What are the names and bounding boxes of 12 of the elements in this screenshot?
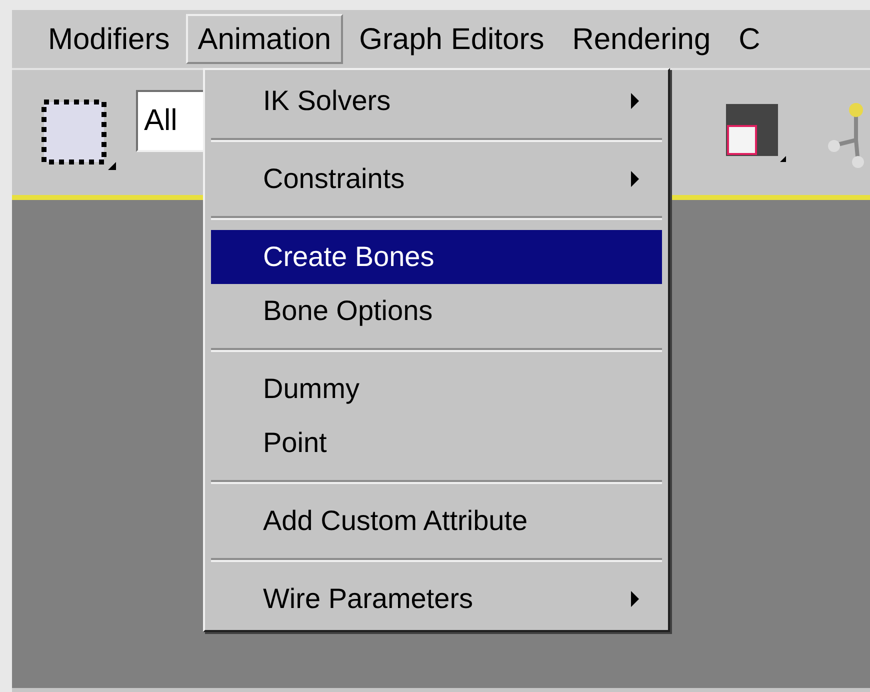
- menu-item[interactable]: Bone Options: [211, 284, 662, 338]
- menu-bar-item[interactable]: Rendering: [560, 14, 723, 64]
- menu-item[interactable]: Constraints: [211, 152, 662, 206]
- menu-bar-item[interactable]: Graph Editors: [347, 14, 556, 64]
- menu-item[interactable]: Add Custom Attribute: [211, 494, 662, 548]
- menu-bar-item[interactable]: C: [726, 14, 772, 64]
- menu-item[interactable]: Dummy: [211, 362, 662, 416]
- menu-bar-item[interactable]: Animation: [186, 14, 344, 64]
- menu-item[interactable]: Create Bones: [211, 230, 662, 284]
- menu-item[interactable]: Wire Parameters: [211, 572, 662, 626]
- menu-item[interactable]: Point: [211, 416, 662, 470]
- menu-bar-item[interactable]: Modifiers: [36, 14, 182, 64]
